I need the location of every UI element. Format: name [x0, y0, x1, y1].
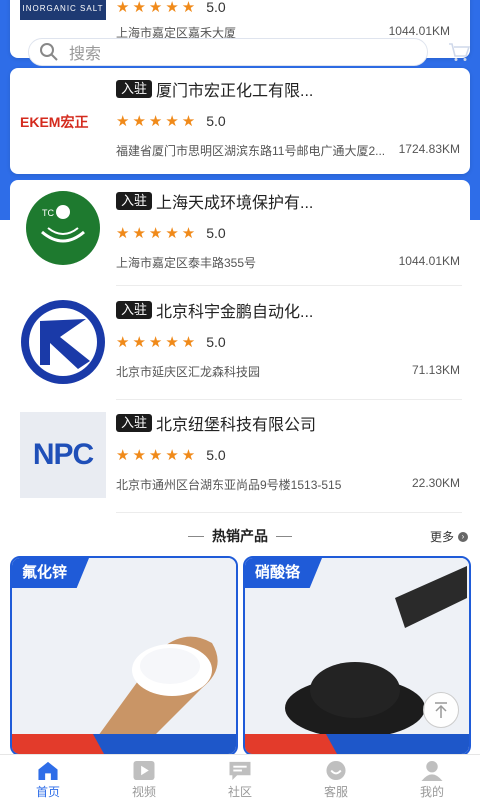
- company-address: 福建省厦门市思明区湖滨东路11号邮电广通大厦2...: [116, 144, 386, 158]
- tab-home[interactable]: 首页: [0, 755, 96, 800]
- settled-badge: 入驻: [116, 414, 153, 432]
- company-name: 上海天成环境保护有...: [156, 195, 314, 212]
- home-icon: [38, 761, 58, 781]
- company-card[interactable]: 入驻 北京科宇金鹏自动化... ★★★★★ 5.0 北京市延庆区汇龙森科技园 7…: [0, 287, 480, 400]
- more-label: 更多: [429, 530, 454, 544]
- product-card[interactable]: 氟化锌: [10, 556, 238, 756]
- company-address: 上海市嘉定区泰丰路355号: [116, 256, 257, 270]
- rating-stars: ★★★★★: [116, 0, 199, 16]
- product-footer-banner: [245, 734, 469, 754]
- ekem-logo: EKEM宏正: [20, 114, 89, 130]
- search-input[interactable]: 搜索: [28, 38, 428, 66]
- company-card[interactable]: TC EP 入驻 上海天成环境保护有... ★★★★★ 5.0 上海市嘉定区泰丰…: [10, 180, 470, 286]
- tcep-logo: TC EP: [26, 191, 100, 265]
- tab-video[interactable]: 视频: [96, 755, 192, 800]
- video-icon: [133, 760, 155, 781]
- status-bar: 2:49: [415, 0, 480, 24]
- profile-icon: [421, 760, 443, 781]
- chevron-right-icon: ›: [458, 531, 468, 542]
- arrow-up-icon: [435, 702, 447, 718]
- company-distance: 22.30KM: [411, 476, 460, 490]
- company-name: 北京纽堡科技有限公司: [156, 417, 317, 434]
- company-name: 厦门市宏正化工有限...: [156, 83, 314, 100]
- rating-stars: ★★★★★: [116, 334, 199, 351]
- svg-text:TC EP: TC EP: [42, 208, 69, 218]
- rating-score: 5.0: [206, 113, 226, 129]
- company-name: 北京科宇金鹏自动化...: [156, 304, 314, 321]
- tab-community[interactable]: 社区: [192, 755, 288, 800]
- rating-score: 5.0: [206, 334, 226, 350]
- product-name: 氟化锌: [12, 558, 90, 588]
- company-address: 北京市通州区台湖东亚尚品9号楼1513-515: [116, 478, 342, 492]
- settled-badge: 入驻: [116, 192, 153, 210]
- hot-products-heading: 热销产品: [0, 522, 480, 550]
- cart-icon[interactable]: [448, 42, 470, 62]
- company-distance: 71.13KM: [411, 363, 460, 377]
- tab-profile[interactable]: 我的: [384, 755, 480, 800]
- search-placeholder: 搜索: [69, 46, 102, 63]
- company-card[interactable]: EKEM宏正 入驻 厦门市宏正化工有限... ★★★★★ 5.0 福建省厦门市思…: [10, 68, 470, 174]
- rating-score: 5.0: [206, 225, 226, 241]
- status-time: 2:49: [439, 3, 470, 21]
- wifi-icon: [415, 5, 434, 19]
- rating-stars: ★★★★★: [116, 113, 199, 130]
- npc-logo: NPC: [20, 412, 106, 498]
- company-address: 北京市延庆区汇龙森科技园: [116, 365, 261, 379]
- back-to-top-button[interactable]: [423, 692, 459, 728]
- search-icon: [40, 43, 58, 61]
- settled-badge: 入驻: [116, 301, 153, 319]
- settled-badge: 入驻: [116, 80, 153, 98]
- more-link[interactable]: 更多 ›: [430, 528, 468, 545]
- rating-stars: ★★★★★: [116, 225, 199, 242]
- hot-products-title: 热销产品: [212, 528, 268, 544]
- service-icon: [326, 760, 346, 781]
- product-footer-banner: [12, 734, 236, 754]
- bottom-tab-bar: 首页 视频 社区 客服 我的: [0, 754, 480, 800]
- divider: [116, 512, 462, 513]
- product-name: 硝酸铬: [245, 558, 323, 588]
- company-distance: 1724.83KM: [398, 142, 460, 156]
- community-icon: [229, 761, 251, 781]
- company-card[interactable]: NPC 入驻 北京纽堡科技有限公司 ★★★★★ 5.0 北京市通州区台湖东亚尚品…: [0, 400, 480, 513]
- company-distance: 1044.01KM: [398, 254, 460, 268]
- divider: [116, 285, 462, 286]
- rating-stars: ★★★★★: [116, 447, 199, 464]
- tab-service[interactable]: 客服: [288, 755, 384, 800]
- keyu-logo: [21, 300, 105, 384]
- rating-score: 5.0: [206, 447, 226, 463]
- inorganic-salt-logo: INORGANIC SALT: [20, 0, 106, 20]
- rating-score: 5.0: [206, 0, 226, 15]
